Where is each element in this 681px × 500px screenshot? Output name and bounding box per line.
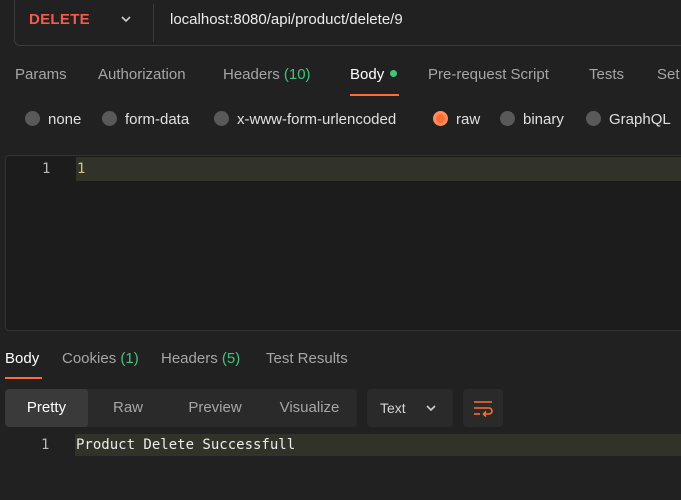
chevron-down-icon[interactable] (119, 12, 133, 26)
response-tab-cookies[interactable]: Cookies (1) (62, 350, 139, 367)
wrap-lines-icon (474, 401, 493, 418)
response-tab-test-results[interactable]: Test Results (266, 350, 348, 367)
radio-circle-icon (25, 110, 40, 126)
radio-graphql[interactable]: GraphQL (586, 110, 671, 128)
body-indicator-dot (390, 69, 398, 77)
response-line-number: 1 (41, 437, 50, 453)
current-line-highlight (76, 157, 681, 181)
radio-raw[interactable]: raw (433, 110, 480, 128)
url-divider (153, 4, 154, 42)
body-type-options: none form-data x-www-form-urlencoded raw… (0, 108, 681, 134)
mode-pretty-button[interactable]: Pretty (5, 389, 88, 427)
headers-count: (10) (283, 66, 311, 83)
mode-raw-button[interactable]: Raw (88, 389, 168, 427)
radio-binary[interactable]: binary (500, 110, 564, 128)
language-select[interactable]: Text (367, 389, 453, 427)
tab-params[interactable]: Params (15, 66, 67, 83)
tab-settings[interactable]: Set (657, 66, 680, 83)
tab-body[interactable]: Body (350, 66, 398, 83)
radio-circle-icon (500, 110, 515, 126)
cookies-count: (1) (120, 350, 139, 367)
response-body-text[interactable]: Product Delete Successfull (76, 437, 295, 453)
response-tabs: Body Cookies (1) Headers (5) Test Result… (0, 346, 681, 380)
response-headers-count: (5) (221, 350, 241, 367)
mode-visualize-button[interactable]: Visualize (262, 389, 357, 427)
language-select-label: Text (380, 400, 406, 416)
tab-tests[interactable]: Tests (589, 66, 624, 83)
active-tab-underline (350, 94, 399, 96)
mode-preview-button[interactable]: Preview (168, 389, 262, 427)
radio-circle-icon (102, 110, 117, 126)
radio-form-data[interactable]: form-data (102, 110, 189, 128)
tab-pre-request-script[interactable]: Pre-request Script (428, 66, 549, 83)
wrap-lines-button[interactable] (463, 389, 503, 427)
url-bar: DELETE localhost:8080/api/product/delete… (14, 0, 681, 46)
radio-checked-icon (433, 110, 448, 126)
request-body-text[interactable]: 1 (77, 161, 85, 177)
request-body-editor[interactable]: 1 1 (5, 155, 681, 331)
url-input[interactable]: localhost:8080/api/product/delete/9 (170, 11, 403, 28)
radio-none[interactable]: none (25, 110, 81, 128)
radio-circle-icon (586, 110, 601, 126)
request-tabs: Params Authorization Headers (10) Body P… (0, 62, 681, 96)
radio-x-www-form-urlencoded[interactable]: x-www-form-urlencoded (214, 110, 396, 128)
method-select[interactable]: DELETE (29, 11, 90, 28)
response-tab-body[interactable]: Body (5, 350, 39, 367)
line-number: 1 (42, 161, 51, 177)
response-active-underline (5, 377, 42, 379)
chevron-down-icon (426, 405, 436, 412)
tab-authorization[interactable]: Authorization (98, 66, 186, 83)
radio-circle-icon (214, 110, 229, 126)
response-view-modes: Pretty Raw Preview Visualize (5, 389, 357, 427)
response-tab-headers[interactable]: Headers (5) (161, 350, 240, 367)
tab-headers[interactable]: Headers (10) (223, 66, 311, 83)
